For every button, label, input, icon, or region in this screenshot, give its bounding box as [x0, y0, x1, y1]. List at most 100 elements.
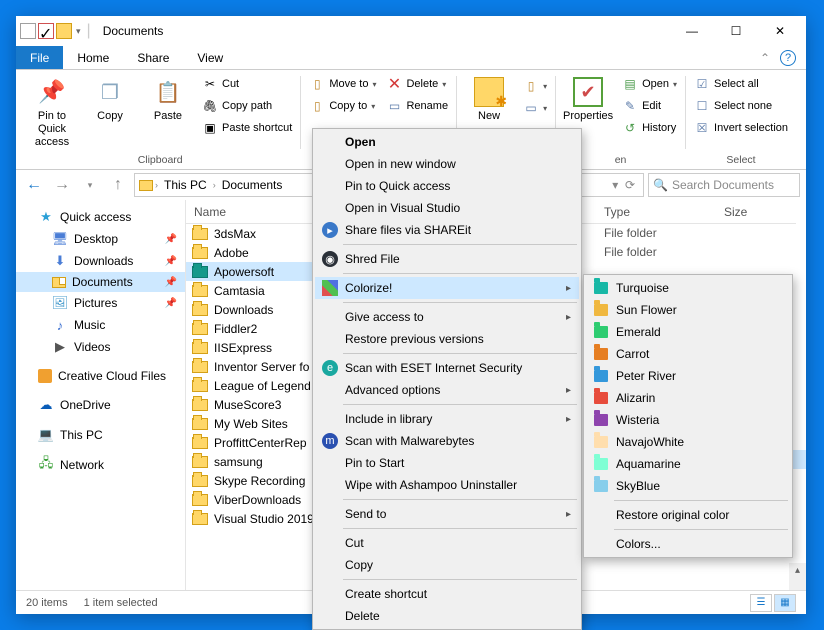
addr-dropdown-icon[interactable]: ▾ ⟳ — [612, 178, 639, 192]
ctx-create-shortcut[interactable]: Create shortcut — [315, 583, 579, 605]
scrollbar[interactable] — [789, 563, 806, 590]
crumb-this-pc[interactable]: This PC — [160, 178, 211, 192]
ctx-pin-start[interactable]: Pin to Start — [315, 452, 579, 474]
delete-button[interactable]: ✕Delete▾ — [384, 74, 450, 94]
paste-shortcut-icon: ▣ — [202, 120, 218, 136]
tab-share[interactable]: Share — [123, 46, 183, 69]
folder-icon — [192, 266, 208, 278]
nav-music[interactable]: ♪Music — [16, 314, 185, 336]
search-input[interactable]: 🔍Search Documents — [648, 173, 800, 197]
col-size[interactable]: Size — [716, 200, 796, 224]
paste-shortcut-button[interactable]: ▣Paste shortcut — [200, 118, 294, 138]
ctx-colorize[interactable]: Colorize!▸ — [315, 277, 579, 299]
ctx-restore-color[interactable]: Restore original color — [586, 504, 790, 526]
chevron-right-icon[interactable]: › — [213, 180, 216, 190]
nav-forward-button[interactable]: → — [50, 173, 74, 197]
ctx-include-library[interactable]: Include in library▸ — [315, 408, 579, 430]
ctx-give-access[interactable]: Give access to▸ — [315, 306, 579, 328]
ctx-colors-more[interactable]: Colors... — [586, 533, 790, 555]
minimize-button[interactable]: — — [670, 16, 714, 46]
ctx-delete[interactable]: Delete — [315, 605, 579, 627]
ctx-shareit[interactable]: ▸Share files via SHAREit — [315, 219, 579, 241]
easy-access-dd[interactable]: ▭▾ — [521, 98, 549, 118]
new-item-dd[interactable]: ▯▾ — [521, 76, 549, 96]
ctx-send-to[interactable]: Send to▸ — [315, 503, 579, 525]
ctx-pin-quick[interactable]: Pin to Quick access — [315, 175, 579, 197]
nav-pictures[interactable]: 🖼Pictures📌 — [16, 292, 185, 314]
paste-button[interactable]: 📋 Paste — [140, 72, 196, 125]
ctx-restore-versions[interactable]: Restore previous versions — [315, 328, 579, 350]
pin-icon: 📌 — [165, 298, 177, 309]
color-peter-river[interactable]: Peter River — [586, 365, 790, 387]
color-skyblue[interactable]: SkyBlue — [586, 475, 790, 497]
color-aquamarine[interactable]: Aquamarine — [586, 453, 790, 475]
help-icon[interactable]: ? — [780, 50, 796, 66]
copy-button[interactable]: ❐ Copy — [82, 72, 138, 125]
color-carrot[interactable]: Carrot — [586, 343, 790, 365]
nav-network[interactable]: 🖧Network — [16, 454, 185, 476]
color-alizarin[interactable]: Alizarin — [586, 387, 790, 409]
copy-path-button[interactable]: 🖇Copy path — [200, 96, 294, 116]
nav-back-button[interactable]: ← — [22, 173, 46, 197]
file-name: IISExpress — [214, 341, 272, 355]
color-turquoise[interactable]: Turquoise — [586, 277, 790, 299]
color-swatch-icon — [592, 455, 610, 473]
tab-home[interactable]: Home — [63, 46, 123, 69]
ctx-shred[interactable]: ◉Shred File — [315, 248, 579, 270]
cut-button[interactable]: ✂Cut — [200, 74, 294, 94]
nav-onedrive[interactable]: ☁OneDrive — [16, 394, 185, 416]
nav-videos[interactable]: ▶Videos — [16, 336, 185, 358]
ribbon-collapse-icon[interactable]: ⌃ — [760, 51, 770, 65]
color-navajowhite[interactable]: NavajoWhite — [586, 431, 790, 453]
view-details-icon[interactable]: ☰ — [750, 594, 772, 612]
nav-desktop[interactable]: 🖥Desktop📌 — [16, 228, 185, 250]
ctx-cut[interactable]: Cut — [315, 532, 579, 554]
nav-downloads[interactable]: ⬇Downloads📌 — [16, 250, 185, 272]
copy-to-button[interactable]: ▯Copy to▾ — [307, 96, 378, 116]
qat-overflow-icon[interactable]: ▾ — [76, 26, 81, 37]
invert-selection-button[interactable]: ☒Invert selection — [692, 118, 790, 138]
chevron-right-icon[interactable]: › — [155, 180, 158, 190]
properties-button[interactable]: Properties — [560, 72, 616, 125]
pin-quick-button[interactable]: 📌 Pin to Quick access — [24, 72, 80, 152]
folder-icon — [192, 380, 208, 392]
tab-file[interactable]: File — [16, 46, 63, 69]
crumb-documents[interactable]: Documents — [218, 178, 287, 192]
ctx-advanced[interactable]: Advanced options▸ — [315, 379, 579, 401]
ctx-open[interactable]: Open — [315, 131, 579, 153]
nav-creative-cloud[interactable]: Creative Cloud Files — [16, 366, 185, 386]
close-button[interactable]: ✕ — [758, 16, 802, 46]
move-to-button[interactable]: ▯Move to▾ — [307, 74, 378, 94]
qat-icon-2[interactable]: ✓ — [38, 23, 54, 39]
ctx-open-new-window[interactable]: Open in new window — [315, 153, 579, 175]
maximize-button[interactable]: ☐ — [714, 16, 758, 46]
col-type[interactable]: Type — [596, 200, 716, 224]
ctx-malwarebytes[interactable]: mScan with Malwarebytes — [315, 430, 579, 452]
nav-quick-access[interactable]: ★Quick access — [16, 206, 185, 228]
scissors-icon: ✂ — [202, 76, 218, 92]
color-emerald[interactable]: Emerald — [586, 321, 790, 343]
status-selected: 1 item selected — [84, 597, 158, 609]
refresh-icon[interactable]: ⟳ — [625, 178, 635, 192]
color-sun-flower[interactable]: Sun Flower — [586, 299, 790, 321]
nav-documents[interactable]: Documents📌 — [16, 272, 185, 292]
ctx-wipe[interactable]: Wipe with Ashampoo Uninstaller — [315, 474, 579, 496]
history-button[interactable]: ↺History — [620, 118, 679, 138]
select-none-button[interactable]: ☐Select none — [692, 96, 790, 116]
edit-button[interactable]: ✎Edit — [620, 96, 679, 116]
new-folder-button[interactable]: New — [461, 72, 517, 125]
nav-this-pc[interactable]: 💻This PC — [16, 424, 185, 446]
qat-icon-1[interactable] — [20, 23, 36, 39]
select-all-button[interactable]: ☑Select all — [692, 74, 790, 94]
color-wisteria[interactable]: Wisteria — [586, 409, 790, 431]
tab-view[interactable]: View — [183, 46, 237, 69]
nav-recent-button[interactable]: ▾ — [78, 173, 102, 197]
qat-folder-icon[interactable] — [56, 23, 72, 39]
nav-up-button[interactable]: ↑ — [106, 173, 130, 197]
view-icons-icon[interactable]: ▦ — [774, 594, 796, 612]
ctx-copy[interactable]: Copy — [315, 554, 579, 576]
ctx-open-vs[interactable]: Open in Visual Studio — [315, 197, 579, 219]
ctx-eset[interactable]: eScan with ESET Internet Security — [315, 357, 579, 379]
open-button[interactable]: ▤Open▾ — [620, 74, 679, 94]
rename-button[interactable]: ▭Rename — [384, 96, 450, 116]
